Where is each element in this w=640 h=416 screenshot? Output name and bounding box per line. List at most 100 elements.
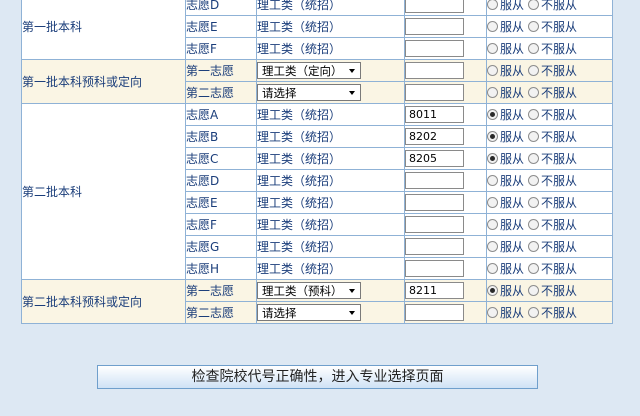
not-obey-radio[interactable] — [528, 153, 540, 164]
choice-label: 志愿G — [185, 235, 257, 258]
category-cell: 理工类（预科） — [256, 279, 405, 302]
obey-radio[interactable] — [487, 219, 498, 230]
obey-label: 服从 — [500, 196, 525, 210]
table-row: 第一批本科 志愿D 理工类（统招） 服从 不服从 — [21, 0, 613, 60]
category-select[interactable]: 理工类（定向） — [257, 62, 361, 79]
not-obey-label: 不服从 — [541, 284, 578, 298]
obey-cell: 服从 不服从 — [486, 235, 613, 258]
not-obey-radio[interactable] — [528, 0, 540, 10]
obey-cell: 服从 不服从 — [486, 147, 613, 170]
obey-radio[interactable] — [487, 285, 498, 296]
not-obey-radio[interactable] — [528, 197, 540, 208]
school-code-input[interactable]: 8011 — [405, 106, 464, 123]
not-obey-radio[interactable] — [528, 307, 540, 318]
obey-radio[interactable] — [487, 153, 498, 164]
check-codes-button[interactable]: 检查院校代号正确性，进入专业选择页面 — [97, 365, 538, 389]
obey-radio[interactable] — [487, 263, 498, 274]
obey-label: 服从 — [500, 174, 525, 188]
obey-radio[interactable] — [487, 0, 498, 10]
obey-cell: 服从 不服从 — [486, 301, 613, 324]
not-obey-radio[interactable] — [528, 43, 540, 54]
obey-label: 服从 — [500, 262, 525, 276]
category-cell: 理工类（统招） — [256, 103, 405, 126]
choice-label: 志愿F — [185, 213, 257, 236]
code-cell — [404, 15, 487, 38]
batch-label: 第二批本科预科或定向 — [21, 279, 186, 324]
school-code-input[interactable] — [405, 238, 464, 255]
not-obey-label: 不服从 — [541, 240, 578, 254]
not-obey-radio[interactable] — [528, 285, 540, 296]
choice-label: 第一志愿 — [185, 59, 257, 82]
obey-radio[interactable] — [487, 197, 498, 208]
school-code-input[interactable] — [405, 0, 464, 13]
not-obey-label: 不服从 — [541, 86, 578, 100]
school-code-input[interactable] — [405, 40, 464, 57]
batch-label: 第一批本科 — [21, 0, 186, 60]
obey-radio[interactable] — [487, 87, 498, 98]
obey-radio[interactable] — [487, 131, 498, 142]
code-cell: 8202 — [404, 125, 487, 148]
obey-label: 服从 — [500, 218, 525, 232]
not-obey-radio[interactable] — [528, 219, 540, 230]
volunteer-table: 第一批本科 志愿D 理工类（统招） 服从 不服从 志愿E 理工类（统招） 服从 不服从 志愿F 理工… — [21, 0, 613, 324]
school-code-input[interactable] — [405, 216, 464, 233]
not-obey-radio[interactable] — [528, 65, 540, 76]
school-code-input[interactable] — [405, 172, 464, 189]
not-obey-radio[interactable] — [528, 175, 540, 186]
batch-label: 第二批本科 — [21, 103, 186, 280]
choice-label: 第二志愿 — [185, 81, 257, 104]
choice-label: 志愿E — [185, 15, 257, 38]
obey-radio[interactable] — [487, 241, 498, 252]
choice-label: 志愿E — [185, 191, 257, 214]
code-cell — [404, 81, 487, 104]
school-code-input[interactable] — [405, 62, 464, 79]
chevron-down-icon — [349, 289, 355, 293]
not-obey-radio[interactable] — [528, 131, 540, 142]
school-code-input[interactable] — [405, 18, 464, 35]
not-obey-label: 不服从 — [541, 108, 578, 122]
obey-radio[interactable] — [487, 43, 498, 54]
obey-cell: 服从 不服从 — [486, 103, 613, 126]
choice-label: 志愿H — [185, 257, 257, 280]
category-cell: 理工类（统招） — [256, 257, 405, 280]
obey-cell: 服从 不服从 — [486, 125, 613, 148]
not-obey-label: 不服从 — [541, 20, 578, 34]
category-cell: 理工类（统招） — [256, 125, 405, 148]
category-select[interactable]: 请选择 — [257, 304, 361, 321]
school-code-input[interactable]: 8211 — [405, 282, 464, 299]
school-code-input[interactable] — [405, 84, 464, 101]
category-cell: 理工类（统招） — [256, 169, 405, 192]
not-obey-radio[interactable] — [528, 241, 540, 252]
obey-cell: 服从 不服从 — [486, 257, 613, 280]
code-cell — [404, 257, 487, 280]
school-code-input[interactable] — [405, 194, 464, 211]
obey-label: 服从 — [500, 240, 525, 254]
not-obey-radio[interactable] — [528, 263, 540, 274]
category-select[interactable]: 请选择 — [257, 84, 361, 101]
obey-radio[interactable] — [487, 21, 498, 32]
choice-label: 志愿D — [185, 169, 257, 192]
not-obey-radio[interactable] — [528, 87, 540, 98]
school-code-input[interactable]: 8202 — [405, 128, 464, 145]
obey-cell: 服从 不服从 — [486, 0, 613, 16]
not-obey-radio[interactable] — [528, 21, 540, 32]
choice-label: 志愿D — [185, 0, 257, 16]
category-cell: 请选择 — [256, 301, 405, 324]
code-cell: 8211 — [404, 279, 487, 302]
obey-radio[interactable] — [487, 175, 498, 186]
not-obey-radio[interactable] — [528, 109, 540, 120]
school-code-input[interactable] — [405, 260, 464, 277]
choice-label: 志愿C — [185, 147, 257, 170]
obey-radio[interactable] — [487, 109, 498, 120]
category-cell: 理工类（统招） — [256, 213, 405, 236]
code-cell — [404, 0, 487, 16]
school-code-input[interactable] — [405, 304, 464, 321]
obey-radio[interactable] — [487, 65, 498, 76]
obey-cell: 服从 不服从 — [486, 15, 613, 38]
code-cell — [404, 235, 487, 258]
category-select[interactable]: 理工类（预科） — [257, 282, 361, 299]
obey-cell: 服从 不服从 — [486, 279, 613, 302]
not-obey-label: 不服从 — [541, 130, 578, 144]
school-code-input[interactable]: 8205 — [405, 150, 464, 167]
obey-radio[interactable] — [487, 307, 498, 318]
